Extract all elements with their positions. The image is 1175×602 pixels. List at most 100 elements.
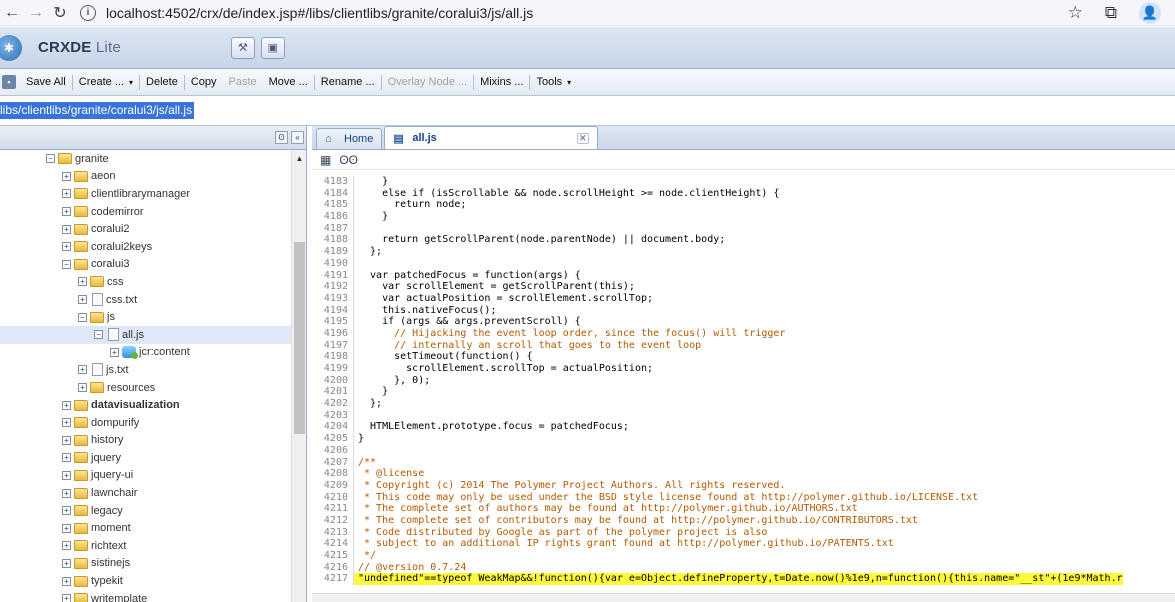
tree-item[interactable]: + clientlibrarymanager	[0, 185, 292, 203]
delete-button[interactable]: Delete	[140, 69, 184, 95]
tree-item[interactable]: − all.js	[0, 325, 292, 344]
line-number: 4197	[312, 339, 354, 352]
expand-icon[interactable]: +	[62, 470, 71, 480]
tree-item[interactable]: + datavisualization	[0, 396, 292, 414]
expand-icon[interactable]: +	[78, 295, 87, 305]
back-button[interactable]: ←	[0, 1, 24, 25]
move-button[interactable]: Move ...	[263, 69, 314, 95]
tree-item[interactable]: + legacy	[0, 502, 292, 520]
expand-icon[interactable]: +	[62, 558, 71, 568]
mixins-button[interactable]: Mixins ...	[474, 69, 529, 95]
tree-item[interactable]: + css	[0, 273, 292, 291]
tree-item[interactable]: + history	[0, 432, 292, 450]
expand-icon[interactable]: +	[62, 400, 71, 410]
expand-icon[interactable]: +	[62, 224, 71, 234]
tools-switch-button[interactable]: ⚒	[230, 36, 255, 59]
profile-avatar-icon[interactable]: 👤	[1139, 1, 1161, 24]
expand-icon[interactable]: +	[78, 383, 87, 393]
expand-icon[interactable]: +	[62, 189, 71, 199]
address-bar[interactable]: i localhost:4502/crx/de/index.jsp#/libs/…	[80, 1, 1068, 25]
code-line: 4193 var actualPosition = scrollElement.…	[312, 292, 1175, 305]
tree-item[interactable]: + writemplate	[0, 590, 292, 602]
binoculars-icon[interactable]: ʘʘ	[339, 153, 358, 167]
collapse-icon[interactable]: −	[62, 259, 71, 269]
close-icon[interactable]: ✕	[576, 132, 589, 144]
expand-icon[interactable]: +	[110, 347, 119, 357]
collapse-panel-icon[interactable]: «	[291, 131, 304, 144]
tree-item[interactable]: − granite	[0, 150, 292, 168]
expand-icon[interactable]: +	[62, 242, 71, 252]
binoculars-icon[interactable]: ʘ	[275, 131, 288, 144]
tree-item[interactable]: − coralui3	[0, 256, 292, 274]
tree-item[interactable]: − js	[0, 308, 292, 326]
tab-home[interactable]: ⌂ Home	[316, 128, 383, 149]
tree-item-label: moment	[91, 522, 131, 535]
file-icon	[92, 293, 103, 307]
code-editor[interactable]: 4183 } 4184 else if (isScrollable && node…	[312, 176, 1175, 602]
format-code-icon[interactable]: ▦	[320, 153, 331, 167]
expand-icon[interactable]: +	[78, 277, 87, 287]
bookmark-star-icon[interactable]: ☆	[1068, 3, 1083, 23]
line-number: 4184	[312, 187, 354, 200]
folder-icon	[74, 399, 88, 411]
expand-icon[interactable]: +	[78, 365, 87, 375]
create-menu-button[interactable]: Create ... ▾	[73, 69, 139, 95]
tree-item[interactable]: + jquery-ui	[0, 467, 292, 485]
folder-icon	[74, 258, 88, 270]
collapse-icon[interactable]: −	[78, 312, 87, 322]
expand-icon[interactable]: +	[62, 594, 71, 602]
tree-item[interactable]: + css.txt	[0, 291, 292, 309]
scrollbar-thumb[interactable]	[294, 242, 305, 434]
tree-scrollbar[interactable]: ▲	[291, 150, 306, 602]
tree-item[interactable]: + js.txt	[0, 361, 292, 379]
tree-item[interactable]: + jquery	[0, 449, 292, 467]
tree-item[interactable]: + sistinejs	[0, 555, 292, 573]
line-number: 4203	[312, 409, 354, 422]
node-path-input[interactable]: libs/clientlibs/granite/coralui3/js/all.…	[0, 102, 195, 119]
tree-item[interactable]: + richtext	[0, 537, 292, 555]
rename-button[interactable]: Rename ...	[315, 69, 381, 95]
expand-icon[interactable]: +	[62, 541, 71, 551]
paste-button[interactable]: Paste	[223, 69, 263, 95]
expand-icon[interactable]: +	[62, 488, 71, 498]
forward-button[interactable]: →	[24, 1, 48, 25]
tree-item[interactable]: + coralui2keys	[0, 238, 292, 256]
tree-item[interactable]: + lawnchair	[0, 484, 292, 502]
tab-all-js[interactable]: ▤ all.js ✕	[384, 126, 598, 149]
tree-item[interactable]: + codemirror	[0, 203, 292, 221]
expand-icon[interactable]: +	[62, 453, 71, 463]
app-title: CRXDE Lite	[38, 39, 121, 56]
expand-icon[interactable]: +	[62, 523, 71, 533]
site-info-icon[interactable]: i	[80, 4, 96, 21]
line-number: 4183	[312, 176, 354, 188]
tree-item[interactable]: + dompurify	[0, 414, 292, 432]
tree-item[interactable]: + moment	[0, 519, 292, 537]
copy-button[interactable]: Copy	[185, 69, 223, 95]
code-text: * This code may only be used under the B…	[358, 491, 979, 503]
tree-item[interactable]: + aeon	[0, 168, 292, 186]
tree-item[interactable]: + typekit	[0, 572, 292, 590]
expand-icon[interactable]: +	[62, 576, 71, 586]
editor-horizontal-scrollbar[interactable]	[312, 593, 1175, 602]
expand-icon[interactable]: +	[62, 418, 71, 428]
scroll-up-icon[interactable]: ▲	[292, 150, 306, 166]
tree-item[interactable]: + jcr:content	[0, 344, 292, 362]
reload-button[interactable]: ↻	[48, 1, 72, 25]
expand-icon[interactable]: +	[62, 435, 71, 445]
code-line: 4208 * @license	[312, 468, 1175, 480]
save-all-button[interactable]: Save All	[20, 69, 72, 95]
line-number: 4186	[312, 211, 354, 223]
package-switch-button[interactable]: ▣	[260, 36, 285, 59]
overlay-node-button[interactable]: Overlay Node ...	[382, 69, 473, 95]
tree-item-label: aeon	[91, 170, 116, 183]
collapse-icon[interactable]: −	[94, 330, 103, 340]
expand-icon[interactable]: +	[62, 506, 71, 516]
tree-item[interactable]: + coralui2	[0, 220, 292, 238]
extensions-icon[interactable]: ⧉	[1105, 3, 1117, 23]
collapse-icon[interactable]: −	[46, 154, 55, 164]
expand-icon[interactable]: +	[62, 171, 71, 181]
tools-menu-button[interactable]: Tools ▾	[530, 69, 577, 95]
tree-item[interactable]: + resources	[0, 379, 292, 397]
expand-icon[interactable]: +	[62, 207, 71, 217]
